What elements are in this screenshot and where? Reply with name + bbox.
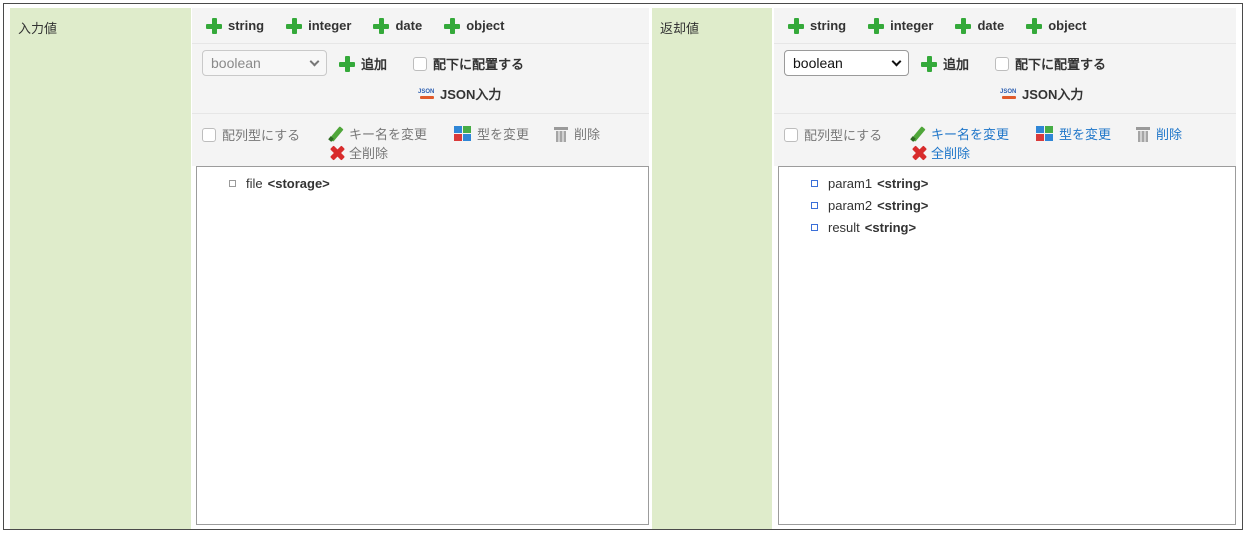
plus-icon	[921, 55, 937, 72]
output-change-type-button[interactable]: 型を変更	[1036, 124, 1111, 143]
output-type-buttons: string integer date object	[774, 8, 1236, 44]
plus-icon	[286, 17, 303, 34]
output-label: 返却値	[660, 21, 700, 36]
input-type-buttons: string integer date object	[192, 8, 649, 44]
output-array-checkbox[interactable]: 配列型にする	[784, 125, 882, 144]
plus-icon	[955, 17, 972, 34]
output-panel: string integer date object boolean 追加 配下…	[774, 8, 1236, 529]
plus-icon	[444, 17, 461, 34]
node-icon	[811, 201, 818, 209]
output-child-checkbox[interactable]: 配下に配置する	[995, 54, 1106, 73]
close-icon	[330, 146, 344, 160]
input-child-checkbox[interactable]: 配下に配置する	[413, 54, 524, 73]
change-type-icon	[454, 125, 472, 142]
input-delete-all-button[interactable]: 全削除	[330, 143, 388, 162]
input-tree[interactable]: file <storage>	[196, 166, 649, 525]
plus-icon	[339, 55, 355, 72]
output-json-button[interactable]: JSON JSON入力	[1000, 84, 1083, 103]
output-add-row: boolean 追加 配下に配置する JSON JSON入力	[774, 44, 1236, 114]
json-icon: JSON	[418, 88, 436, 100]
output-edit-row: 配列型にする キー名を変更 型を変更 削除 全削除	[774, 114, 1236, 166]
node-icon	[811, 179, 818, 187]
input-delete-button[interactable]: 削除	[554, 124, 600, 143]
input-type-select[interactable]: boolean	[202, 50, 327, 76]
json-icon: JSON	[1000, 88, 1018, 100]
output-delete-button[interactable]: 削除	[1136, 124, 1182, 143]
input-edit-row: 配列型にする キー名を変更 型を変更 削除 全削除	[192, 114, 649, 166]
chevron-down-icon	[891, 56, 902, 66]
input-add-string-button[interactable]: string	[206, 17, 264, 34]
plus-icon	[1026, 17, 1043, 34]
input-label-cell: 入力値	[10, 8, 191, 529]
pencil-icon	[328, 126, 344, 142]
change-type-icon	[1036, 125, 1054, 142]
checkbox-box[interactable]	[413, 56, 427, 71]
data-settings-table: 入力値 string integer date object boolean 追…	[3, 3, 1243, 530]
tree-item[interactable]: param2 <string>	[779, 194, 1235, 216]
input-json-button[interactable]: JSON JSON入力	[418, 84, 501, 103]
checkbox-box[interactable]	[202, 127, 216, 142]
input-label: 入力値	[18, 21, 58, 36]
trash-icon	[554, 126, 568, 142]
output-add-button[interactable]: 追加	[921, 54, 969, 73]
plus-icon	[206, 17, 222, 34]
input-array-checkbox[interactable]: 配列型にする	[202, 125, 300, 144]
plus-icon	[373, 17, 390, 34]
close-icon	[912, 146, 926, 160]
output-rename-button[interactable]: キー名を変更	[910, 124, 1009, 143]
tree-item[interactable]: result <string>	[779, 216, 1235, 238]
output-add-integer-button[interactable]: integer	[868, 17, 933, 34]
node-icon	[229, 179, 236, 187]
plus-icon	[788, 17, 804, 34]
pencil-icon	[910, 126, 926, 142]
checkbox-box[interactable]	[784, 127, 798, 142]
node-icon	[811, 223, 818, 231]
input-rename-button[interactable]: キー名を変更	[328, 124, 427, 143]
trash-icon	[1136, 126, 1150, 142]
input-add-integer-button[interactable]: integer	[286, 17, 351, 34]
input-panel: string integer date object boolean 追加 配下…	[192, 8, 649, 529]
output-label-cell: 返却値	[652, 8, 772, 529]
output-add-date-button[interactable]: date	[955, 17, 1004, 34]
output-tree[interactable]: param1 <string> param2 <string> result <…	[778, 166, 1236, 525]
tree-item[interactable]: file <storage>	[197, 172, 648, 194]
input-add-object-button[interactable]: object	[444, 17, 505, 34]
output-add-object-button[interactable]: object	[1026, 17, 1087, 34]
checkbox-box[interactable]	[995, 56, 1009, 71]
output-add-string-button[interactable]: string	[788, 17, 846, 34]
output-type-select[interactable]: boolean	[784, 50, 909, 76]
input-add-button[interactable]: 追加	[339, 54, 387, 73]
output-delete-all-button[interactable]: 全削除	[912, 143, 970, 162]
tree-item[interactable]: param1 <string>	[779, 172, 1235, 194]
plus-icon	[868, 17, 885, 34]
input-change-type-button[interactable]: 型を変更	[454, 124, 529, 143]
input-add-date-button[interactable]: date	[373, 17, 422, 34]
input-add-row: boolean 追加 配下に配置する JSON JSON入力	[192, 44, 649, 114]
chevron-down-icon	[309, 56, 320, 66]
